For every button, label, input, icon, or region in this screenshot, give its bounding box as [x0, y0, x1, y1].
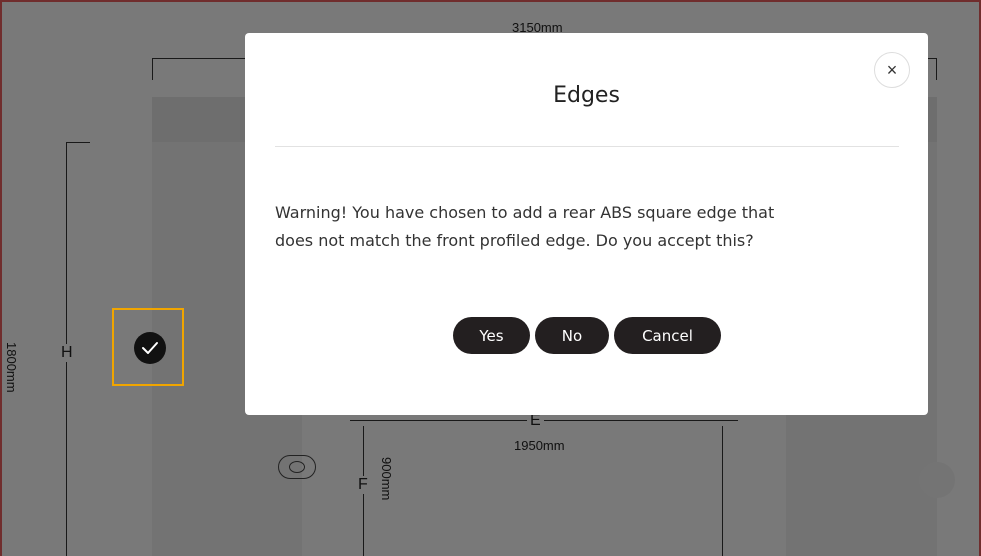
no-button[interactable]: No [535, 317, 609, 354]
dialog-message-line2: does not match the front profiled edge. … [275, 231, 754, 250]
cancel-button[interactable]: Cancel [614, 317, 721, 354]
dialog-divider [275, 146, 899, 147]
check-icon[interactable] [134, 332, 166, 364]
dialog-title: Edges [553, 83, 620, 108]
yes-button[interactable]: Yes [453, 317, 530, 354]
dialog-message: Warning! You have chosen to add a rear A… [275, 199, 875, 255]
selected-edge-highlight[interactable] [112, 308, 184, 386]
dialog-message-line1: Warning! You have chosen to add a rear A… [275, 203, 775, 222]
edges-dialog: × Edges Warning! You have chosen to add … [245, 33, 928, 415]
